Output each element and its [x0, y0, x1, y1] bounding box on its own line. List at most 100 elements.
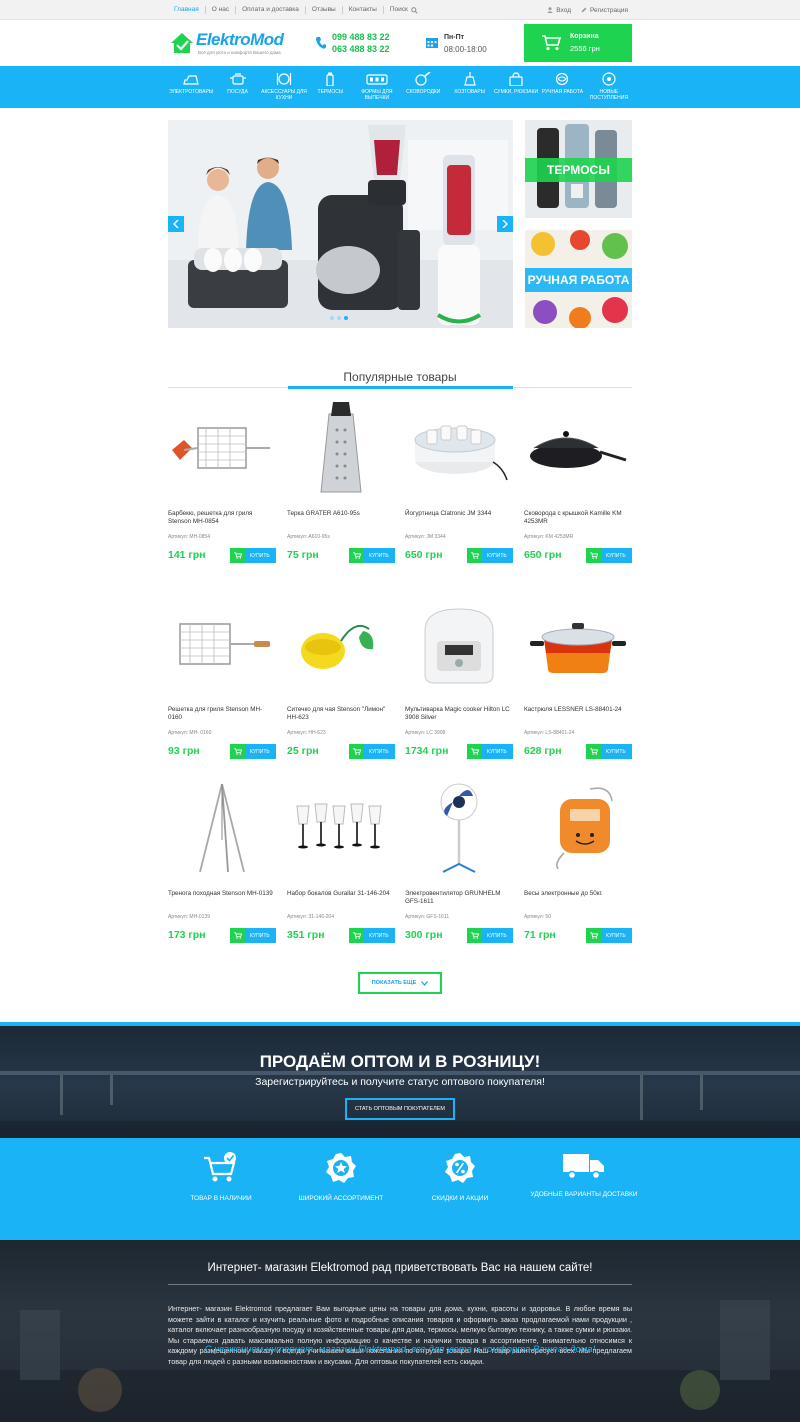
logo[interactable]: ElektroMod Всё для уюта и комфорта Вашег… — [170, 30, 284, 60]
product-card[interactable]: Сковорода с крышкой Kamille KM 4253MR Арт… — [524, 400, 632, 570]
buy-button[interactable]: КУПИТЬ — [586, 548, 632, 563]
product-card[interactable]: Весы электронные до 50кг. Артикул: 50 71 г… — [524, 780, 632, 950]
product-price: 1734 грн — [405, 745, 449, 757]
product-name[interactable]: Йогуртница Clatronic JM 3344 — [405, 510, 513, 518]
nav-item-label: Сумки, рюкзаки — [493, 89, 539, 95]
buy-button[interactable]: КУПИТЬ — [230, 744, 276, 759]
top-nav-payment-delivery[interactable]: Оплата и доставка — [236, 6, 306, 14]
product-name[interactable]: Ситечко для чая Stenson "Лимон" HH-623 — [287, 706, 395, 721]
top-bar: Главная О нас Оплата и доставка Отзывы К… — [0, 0, 800, 20]
product-name[interactable]: Электровентилятор GRUNHELM GFS-1611 — [405, 890, 513, 905]
buy-button[interactable]: КУПИТЬ — [467, 928, 513, 943]
buy-button[interactable]: КУПИТЬ — [467, 548, 513, 563]
nav-item-frying-pans[interactable]: Сковородки — [400, 66, 446, 108]
top-nav-home[interactable]: Главная — [168, 6, 206, 14]
login-link[interactable]: Вход — [547, 7, 571, 14]
product-card[interactable]: Барбекю, решетка для гриля Stenson MH-08… — [168, 400, 276, 570]
buy-button[interactable]: КУПИТЬ — [230, 548, 276, 563]
product-card[interactable]: Тренога походная Stenson MH-0139 Артикул:… — [168, 780, 276, 950]
product-card[interactable]: Мультиварка Magic cooker Hilton LC 3908 … — [405, 596, 513, 766]
phone-number-2[interactable]: 063 488 83 22 — [332, 44, 390, 54]
product-image[interactable] — [405, 780, 513, 876]
cart-icon — [349, 744, 364, 759]
product-name[interactable]: Тренога походная Stenson MH-0139 — [168, 890, 276, 898]
register-link[interactable]: Регистрация — [581, 7, 628, 14]
product-image[interactable] — [168, 596, 276, 692]
product-name[interactable]: Весы электронные до 50кг. — [524, 890, 632, 898]
promo-handmade[interactable]: РУЧНАЯ РАБОТА — [525, 230, 632, 328]
product-card[interactable]: Набор бокалов Gurallar 31-146-204 Артикул… — [287, 780, 395, 950]
buy-button[interactable]: КУПИТЬ — [349, 744, 395, 759]
buy-button[interactable]: КУПИТЬ — [349, 928, 395, 943]
product-card[interactable]: Решетка для гриля Stenson MH-0160 Артикул… — [168, 596, 276, 766]
product-image[interactable] — [405, 400, 513, 496]
product-image[interactable] — [524, 596, 632, 692]
nav-item-bags[interactable]: Сумки, рюкзаки — [493, 66, 539, 108]
product-name[interactable]: Набор бокалов Gurallar 31-146-204 — [287, 890, 395, 898]
product-image[interactable] — [405, 596, 513, 692]
hero-slider[interactable] — [168, 120, 513, 328]
product-price: 75 грн — [287, 549, 319, 561]
phone-icon — [316, 37, 326, 49]
top-nav-about[interactable]: О нас — [206, 6, 237, 14]
product-image[interactable] — [287, 780, 395, 876]
product-name[interactable]: Решетка для гриля Stenson MH-0160 — [168, 706, 276, 721]
product-card[interactable]: Электровентилятор GRUNHELM GFS-1611 Артик… — [405, 780, 513, 950]
product-name[interactable]: Барбекю, решетка для гриля Stenson MH-08… — [168, 510, 276, 525]
product-card[interactable]: Йогуртница Clatronic JM 3344 Артикул: JM … — [405, 400, 513, 570]
product-card[interactable]: Кастрюля LESSNER LS-88401-24 Артикул: LS-… — [524, 596, 632, 766]
top-nav-search[interactable]: Поиск — [384, 6, 424, 14]
product-name[interactable]: Терка GRATER A610-95s — [287, 510, 395, 518]
cutlery-icon — [276, 73, 292, 85]
nav-item-baking-forms[interactable]: Формы для выпечки — [354, 66, 400, 108]
top-nav-reviews[interactable]: Отзывы — [306, 6, 343, 14]
promo-thermoses[interactable]: ТЕРМОСЫ — [525, 120, 632, 218]
slider-dot-active[interactable] — [344, 316, 348, 320]
nav-item-handmade[interactable]: Ручная работа — [539, 66, 585, 108]
nav-item-kitchen-accessories[interactable]: Аксессуары для кухни — [261, 66, 307, 108]
working-time: 08:00-18:00 — [444, 45, 487, 54]
slider-dot[interactable] — [330, 316, 334, 320]
product-price: 351 грн — [287, 929, 325, 941]
product-card[interactable]: Терка GRATER A610-95s Артикул: A610-95s 75… — [287, 400, 395, 570]
cart-button[interactable]: Корзина 2556 грн — [524, 24, 632, 62]
nav-item-appliances[interactable]: Электротовары — [168, 66, 214, 108]
buy-button[interactable]: КУПИТЬ — [586, 928, 632, 943]
buy-label: КУПИТЬ — [250, 932, 270, 939]
product-name[interactable]: Мультиварка Magic cooker Hilton LC 3908 … — [405, 706, 513, 721]
house-icon — [171, 33, 193, 53]
appliance-icon — [183, 75, 199, 85]
nav-item-new-arrivals[interactable]: Новые поступления — [586, 66, 632, 108]
product-image[interactable] — [168, 400, 276, 496]
percent-badge-icon — [445, 1153, 475, 1183]
buy-button[interactable]: КУПИТЬ — [467, 744, 513, 759]
product-price: 25 грн — [287, 745, 319, 757]
slider-dot[interactable] — [337, 316, 341, 320]
nav-item-label: Хозтовары — [454, 89, 486, 95]
product-card[interactable]: Ситечко для чая Stenson "Лимон" HH-623 Ар… — [287, 596, 395, 766]
top-nav-contacts[interactable]: Контакты — [343, 6, 384, 14]
product-name[interactable]: Кастрюля LESSNER LS-88401-24 — [524, 706, 632, 714]
nav-item-cookware[interactable]: Посуда — [214, 66, 260, 108]
become-wholesale-button[interactable]: СТАТЬ ОПТОВЫМ ПОКУПАТЕЛЕМ — [345, 1098, 455, 1120]
product-image[interactable] — [287, 400, 395, 496]
cart-icon — [586, 548, 601, 563]
product-image[interactable] — [287, 596, 395, 692]
show-more-button[interactable]: ПОКАЗАТЬ ЕЩЕ — [358, 972, 442, 994]
product-price: 141 грн — [168, 549, 206, 561]
slider-next-button[interactable] — [497, 216, 513, 232]
slider-prev-button[interactable] — [168, 216, 184, 232]
buy-button[interactable]: КУПИТЬ — [230, 928, 276, 943]
product-image[interactable] — [524, 780, 632, 876]
product-image[interactable] — [524, 400, 632, 496]
nav-item-household[interactable]: Хозтовары — [446, 66, 492, 108]
product-name[interactable]: Сковорода с крышкой Kamille KM 4253MR — [524, 510, 632, 525]
nav-item-thermoses[interactable]: Термосы — [307, 66, 353, 108]
phone-number-1[interactable]: 099 488 83 22 — [332, 32, 390, 42]
feature-discounts: СКИДКИ И АКЦИИ — [405, 1152, 515, 1204]
product-image[interactable] — [168, 780, 276, 876]
product-sku: Артикул: JM 3344 — [405, 534, 446, 540]
buy-button[interactable]: КУПИТЬ — [349, 548, 395, 563]
buy-button[interactable]: КУПИТЬ — [586, 744, 632, 759]
product-sku: Артикул: LC 3908 — [405, 730, 446, 736]
